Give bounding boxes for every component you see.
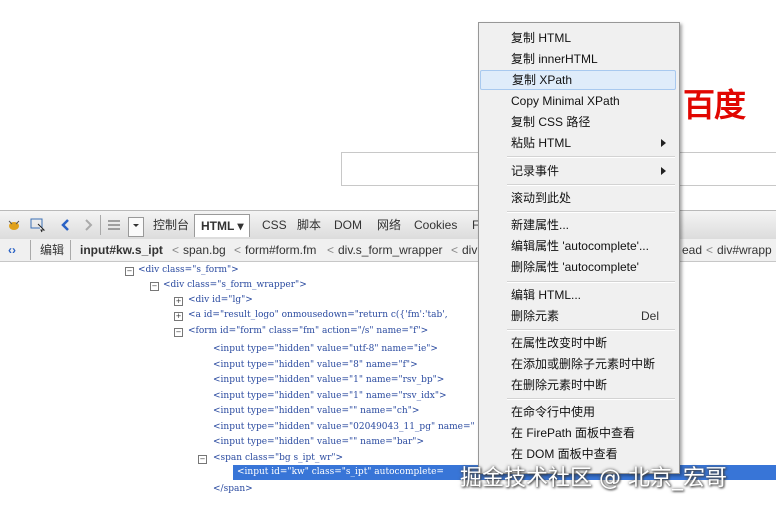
menu-separator xyxy=(507,156,675,158)
breadcrumb-item[interactable]: div xyxy=(462,242,477,258)
tab-html[interactable]: HTML ▾ xyxy=(194,214,251,237)
expand-toggle-icon[interactable]: + xyxy=(174,297,183,306)
menu-item-copy-html[interactable]: 复制 HTML xyxy=(480,28,676,48)
menu-item-break-child-change[interactable]: 在添加或删除子元素时中断 xyxy=(480,354,676,374)
inspect-element-icon[interactable] xyxy=(30,217,46,235)
collapse-toggle-icon[interactable]: − xyxy=(125,267,134,276)
collapse-toggle-icon[interactable]: − xyxy=(198,455,207,464)
tab-css[interactable]: CSS xyxy=(262,216,287,234)
menu-item-label: 复制 HTML xyxy=(511,31,572,45)
tree-node[interactable]: <div class="s_form_wrapper"> xyxy=(163,278,307,293)
tree-node[interactable]: <input type="hidden" value="" name="bar"… xyxy=(213,435,424,450)
tree-node[interactable]: </span> xyxy=(213,482,253,497)
menu-item-label: 删除属性 'autocomplete' xyxy=(511,260,639,274)
tab-network[interactable]: 网络 xyxy=(377,216,401,234)
breadcrumb-separator: < xyxy=(451,243,459,257)
menu-item-label: 记录事件 xyxy=(511,164,560,178)
menu-item-label: Copy Minimal XPath xyxy=(511,94,620,108)
menu-item-label: 复制 CSS 路径 xyxy=(511,115,591,129)
edit-button[interactable]: 编辑 xyxy=(40,242,64,258)
menu-item-label: 在命令行中使用 xyxy=(511,405,596,419)
menu-item-label: 复制 innerHTML xyxy=(511,52,598,66)
context-menu: 复制 HTML 复制 innerHTML 复制 XPath Copy Minim… xyxy=(478,22,680,474)
breadcrumb-separator: < xyxy=(234,243,242,257)
menu-item-label: 在属性改变时中断 xyxy=(511,336,608,350)
tree-node[interactable]: <span class="bg s_ipt_wr"> xyxy=(213,451,343,466)
tree-node[interactable]: <input type="hidden" value="utf-8" name=… xyxy=(213,342,438,357)
menu-item-copy-innerhtml[interactable]: 复制 innerHTML xyxy=(480,49,676,69)
firebug-bug-icon[interactable] xyxy=(6,217,22,235)
menu-item-view-in-firepath[interactable]: 在 FirePath 面板中查看 xyxy=(480,423,676,443)
breadcrumb-item[interactable]: ead xyxy=(682,242,702,258)
menu-item-delete-attribute[interactable]: 删除属性 'autocomplete' xyxy=(480,257,676,277)
menu-item-label: 编辑属性 'autocomplete'... xyxy=(511,239,649,253)
breadcrumb-divider xyxy=(30,240,31,260)
tab-cookies[interactable]: Cookies xyxy=(414,216,457,234)
menu-item-label: 复制 XPath xyxy=(512,73,573,87)
menu-separator xyxy=(507,281,675,283)
menu-item-scroll-into-view[interactable]: 滚动到此处 xyxy=(480,188,676,208)
dropdown-arrow-icon[interactable] xyxy=(128,217,144,237)
expand-toggle-icon[interactable]: + xyxy=(174,312,183,321)
list-icon[interactable] xyxy=(106,217,122,235)
breadcrumb-separator: < xyxy=(327,243,335,257)
breadcrumb-separator: < xyxy=(172,243,180,257)
menu-item-label: 在删除元素时中断 xyxy=(511,378,608,392)
menu-item-label: 滚动到此处 xyxy=(511,191,572,205)
breadcrumb-item[interactable]: div#wrapp xyxy=(717,242,772,258)
tree-node[interactable]: <input type="hidden" value="1" name="rsv… xyxy=(213,373,444,388)
menu-item-edit-attribute[interactable]: 编辑属性 'autocomplete'... xyxy=(480,236,676,256)
menu-item-shortcut: Del xyxy=(640,309,659,323)
menu-separator xyxy=(507,184,675,186)
collapse-toggle-icon[interactable]: − xyxy=(150,282,159,291)
forward-arrow-icon[interactable] xyxy=(80,217,96,235)
tree-node[interactable]: <input type="hidden" value="" name="ch"> xyxy=(213,404,419,419)
tree-node[interactable]: <form id="form" class="fm" action="/s" n… xyxy=(188,324,428,339)
baidu-logo[interactable]: 百度 xyxy=(683,80,746,126)
menu-item-paste-html[interactable]: 粘贴 HTML xyxy=(480,133,676,153)
menu-item-use-in-command-line[interactable]: 在命令行中使用 xyxy=(480,402,676,422)
menu-item-break-removal[interactable]: 在删除元素时中断 xyxy=(480,375,676,395)
menu-item-break-attr-change[interactable]: 在属性改变时中断 xyxy=(480,333,676,353)
tab-console[interactable]: 控制台 xyxy=(153,216,189,234)
tree-node[interactable]: <div class="s_form"> xyxy=(138,263,239,278)
menu-item-label: 删除元素 xyxy=(511,309,560,323)
menu-item-copy-minimal-xpath[interactable]: Copy Minimal XPath xyxy=(480,91,676,111)
tab-script[interactable]: 脚本 xyxy=(297,216,321,234)
tree-node[interactable]: <a id="result_logo" onmousedown="return … xyxy=(188,308,448,323)
tab-dom[interactable]: DOM xyxy=(334,216,362,234)
submenu-arrow-icon xyxy=(661,139,666,147)
breadcrumb-item[interactable]: span.bg xyxy=(183,242,226,258)
breadcrumb-separator: < xyxy=(706,243,714,257)
menu-separator xyxy=(507,329,675,331)
menu-item-label: 新建属性... xyxy=(511,218,570,232)
menu-item-label: 在 FirePath 面板中查看 xyxy=(511,426,636,440)
menu-item-new-attribute[interactable]: 新建属性... xyxy=(480,215,676,235)
tree-node[interactable]: <input type="hidden" value="1" name="rsv… xyxy=(213,389,447,404)
menu-item-label: 在 DOM 面板中查看 xyxy=(511,447,618,461)
toolbar-divider xyxy=(100,215,101,235)
collapse-toggle-icon[interactable]: − xyxy=(174,328,183,337)
expand-chevron-icon[interactable]: ‹› xyxy=(8,242,16,258)
breadcrumb-current[interactable]: input#kw.s_ipt xyxy=(80,242,163,258)
watermark: 掘金技术社区 @ 北京_宏哥 xyxy=(460,466,727,491)
menu-item-edit-html[interactable]: 编辑 HTML... xyxy=(480,285,676,305)
menu-item-label: 在添加或删除子元素时中断 xyxy=(511,357,656,371)
menu-item-label: 粘贴 HTML xyxy=(511,136,572,150)
tree-node[interactable]: <div id="lg"> xyxy=(188,293,253,308)
menu-item-delete-element[interactable]: 删除元素 Del xyxy=(480,306,676,326)
menu-item-label: 编辑 HTML... xyxy=(511,288,582,302)
breadcrumb-divider xyxy=(70,240,71,260)
tree-node[interactable]: <input type="hidden" value="02049043_11_… xyxy=(213,420,475,435)
breadcrumb-item[interactable]: form#form.fm xyxy=(245,242,316,258)
menu-item-copy-css-path[interactable]: 复制 CSS 路径 xyxy=(480,112,676,132)
tree-node[interactable]: <input type="hidden" value="8" name="f"> xyxy=(213,358,418,373)
back-arrow-icon[interactable] xyxy=(58,217,74,235)
menu-separator xyxy=(507,211,675,213)
breadcrumb-item[interactable]: div.s_form_wrapper xyxy=(338,242,442,258)
submenu-arrow-icon xyxy=(661,167,666,175)
menu-item-copy-xpath[interactable]: 复制 XPath xyxy=(480,70,676,90)
menu-item-log-events[interactable]: 记录事件 xyxy=(480,161,676,181)
menu-separator xyxy=(507,398,675,400)
